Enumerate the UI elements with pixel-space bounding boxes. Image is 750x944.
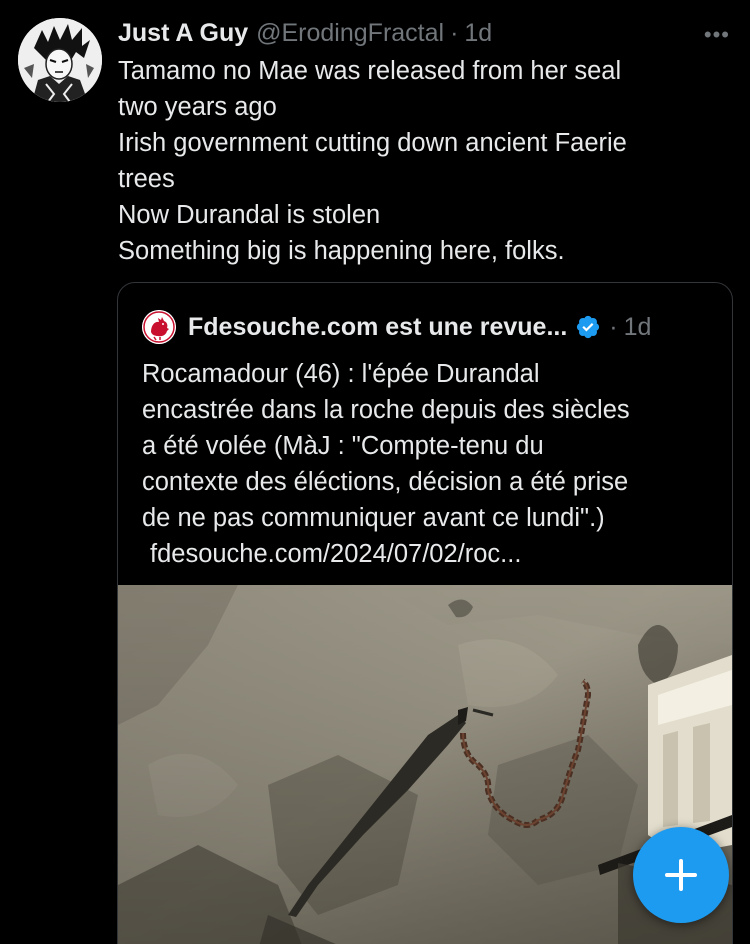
red-rooster-logo-icon[interactable] [142, 310, 176, 344]
verified-badge-icon [575, 314, 601, 340]
compose-tweet-button[interactable] [633, 827, 729, 923]
tweet-text-line: Tamamo no Mae was released from her seal [118, 57, 622, 85]
quoted-tweet-header: Fdesouche.com est une revue... · 1d [142, 309, 651, 345]
quoted-text-line: Rocamadour (46) : l'épée Durandal [142, 360, 540, 388]
compose-plus-icon [665, 859, 697, 891]
quoted-tweet-timestamp[interactable]: 1d [624, 313, 652, 342]
tweet-text-line: Now Durandal is stolen [118, 201, 381, 229]
author-handle[interactable]: @ErodingFractal [256, 19, 444, 48]
quoted-tweet-text: Rocamadour (46) : l'épée Durandal encast… [142, 356, 717, 572]
quoted-text-line: contexte des éléctions, décision a été p… [142, 468, 629, 496]
quoted-text-line: a été volée (MàJ : "Compte-tenu du [142, 432, 544, 460]
tweet-text-line: Something big is happening here, folks. [118, 237, 565, 265]
tweet-header: Just A Guy @ErodingFractal · 1d [118, 16, 492, 50]
author-avatar[interactable] [18, 18, 102, 102]
tweet-timestamp[interactable]: 1d [464, 19, 492, 48]
tweet-text-line: two years ago [118, 93, 277, 121]
author-display-name[interactable]: Just A Guy [118, 19, 248, 48]
tweet-text-line: trees [118, 165, 175, 193]
quoted-tweet-link[interactable]: fdesouche.com/2024/07/02/roc... [142, 536, 717, 572]
tweet-text-line: Irish government cutting down ancient Fa… [118, 129, 627, 157]
tweet[interactable]: Just A Guy @ErodingFractal · 1d ••• Tama… [0, 0, 750, 944]
quoted-tweet-card[interactable]: Fdesouche.com est une revue... · 1d Roca… [117, 282, 733, 944]
more-options-icon[interactable]: ••• [704, 22, 730, 48]
quoted-header-separator: · [609, 312, 618, 341]
manga-character-avatar-icon [18, 18, 102, 102]
quoted-text-line: de ne pas communiquer avant ce lundi".) [142, 504, 605, 532]
header-separator: · [450, 18, 459, 47]
quoted-author-display-name[interactable]: Fdesouche.com est une revue... [188, 313, 567, 342]
quoted-text-line: encastrée dans la roche depuis des siècl… [142, 396, 630, 424]
tweet-text: Tamamo no Mae was released from her seal… [118, 53, 728, 269]
